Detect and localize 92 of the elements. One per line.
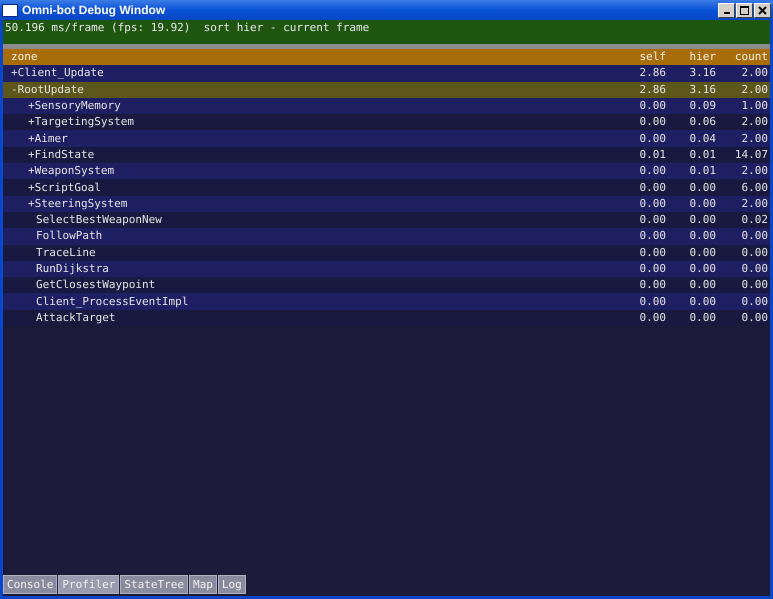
table-cell-text: 0.01 [638,146,667,163]
minimize-icon [724,12,730,14]
table-cell-text: 0.00 [638,294,667,310]
table-cell-text: 0.00 [638,180,667,196]
zone-cell-text: +SteeringSystem [27,196,128,212]
table-cell-text: 0.00 [688,212,717,228]
table-row[interactable]: -RootUpdate 2.86 3.16 2.00 [3,82,770,98]
zone-cell-text: +Client_Update [10,65,105,82]
table-cell-text: 0.00 [688,180,717,196]
zone-cell-text: Client_ProcessEventImpl [35,294,190,310]
maximize-icon [740,6,749,14]
table-cell-text: 0.00 [638,98,667,114]
table-row[interactable]: GetClosestWaypoint 0.00 0.00 0.00 [3,277,770,294]
table-cell-text: 0.00 [688,196,717,212]
zone-cell-text: RunDijkstra [35,261,110,277]
table-cell-text: 0.06 [688,114,717,130]
table-cell-text: 2.00 [740,65,769,82]
minimize-button[interactable] [718,2,735,18]
maximize-button[interactable] [736,2,753,18]
table-cell-text: 2.00 [740,82,769,98]
zone-cell-text: +FindState [27,146,96,163]
table-cell-text: 0.00 [688,277,717,294]
table-row[interactable]: +Client_Update 2.86 3.16 2.00 [3,65,770,82]
column-header: count [734,49,769,66]
table-cell-text: 2.00 [740,196,769,212]
table-cell-text: 0.00 [638,277,667,294]
zone-cell-text: +SensoryMemory [27,98,122,114]
table-cell-text: 0.00 [638,310,667,326]
table-cell-text: 2.00 [740,163,769,180]
table-cell-text: 0.00 [740,294,769,310]
zone-cell-text: TraceLine [35,244,97,261]
zone-cell-text: -RootUpdate [10,82,85,98]
table-cell-text: 0.00 [740,244,769,261]
table-cell-text: 0.00 [688,294,717,310]
zone-cell-text: GetClosestWaypoint [35,277,156,294]
zone-cell-text: +Aimer [27,130,69,147]
table-cell-text: 0.00 [688,310,717,326]
table-row[interactable]: +FindState 0.01 0.01 14.07 [3,146,770,164]
table-row[interactable]: +ScriptGoal 0.00 0.00 6.00 [3,179,770,196]
table-cell-text: 0.00 [740,310,769,326]
table-cell-text: 0.00 [638,196,667,212]
window-title: Omni-bot Debug Window [22,3,166,17]
table-row[interactable]: AttackTarget 0.00 0.00 0.00 [3,310,770,326]
table-cell-text: 3.16 [688,82,717,98]
table-cell-text: 0.00 [638,163,667,180]
table-cell-text: 2.86 [638,82,667,98]
column-header: hier [688,49,717,66]
table-cell-text: 0.00 [740,261,769,277]
close-button[interactable] [754,2,771,18]
zone-cell-text: AttackTarget [35,310,116,326]
zone-cell-text: +ScriptGoal [27,180,102,196]
table-row[interactable]: +WeaponSystem 0.00 0.01 2.00 [3,163,770,180]
window-icon [2,4,18,16]
table-row[interactable]: +SteeringSystem 0.00 0.00 2.00 [3,196,770,212]
table-cell-text: 14.07 [734,146,769,163]
zone-cell-text: SelectBestWeaponNew [35,212,163,228]
table-cell-text: 0.00 [638,228,667,244]
table-cell-text: 3.16 [688,65,717,82]
table-cell-text: 0.00 [688,228,717,244]
table-cell-text: 0.01 [688,146,717,163]
table-cell-text: 2.86 [638,65,667,82]
zone-cell-text: +WeaponSystem [27,163,116,180]
table-cell-text: 2.00 [740,114,769,130]
column-header: self [638,49,667,66]
table-cell-text: 0.02 [740,212,769,228]
table-row[interactable]: TraceLine 0.00 0.00 0.00 [3,244,770,261]
table-row[interactable]: RunDijkstra 0.00 0.00 0.00 [3,260,770,278]
table-row[interactable]: SelectBestWeaponNew 0.00 0.00 0.02 [3,212,770,228]
table-cell-text: 0.00 [740,277,769,294]
table-cell-text: 0.00 [688,244,717,261]
close-icon [758,6,767,14]
table-cell-text: 0.01 [688,163,717,180]
table-cell-text: 1.00 [740,98,769,114]
table-row[interactable]: Client_ProcessEventImpl 0.00 0.00 0.00 [3,293,770,310]
table-cell-text: 0.00 [638,114,667,130]
table-cell-text: 0.04 [688,130,717,147]
table-cell-text: 2.00 [740,130,769,147]
table-cell-text: 0.09 [688,98,717,114]
table-row[interactable]: +SensoryMemory 0.00 0.09 1.00 [3,98,770,114]
table-cell-text: 0.00 [638,130,667,147]
table-cell-text: 0.00 [638,212,667,228]
zone-cell-text: +TargetingSystem [27,114,135,130]
table-row[interactable]: +TargetingSystem 0.00 0.06 2.00 [3,114,770,130]
table-cell-text: 0.00 [638,261,667,277]
table-row[interactable]: FollowPath 0.00 0.00 0.00 [3,228,770,245]
table-row[interactable]: +Aimer 0.00 0.04 2.00 [3,130,770,147]
table-cell-text: 0.00 [740,228,769,244]
table-cell-text: 6.00 [740,180,769,196]
column-header: zone [10,49,38,66]
table-cell-text: 0.00 [638,244,667,261]
table-cell-text: 0.00 [688,261,717,277]
zone-cell-text: FollowPath [35,228,104,244]
